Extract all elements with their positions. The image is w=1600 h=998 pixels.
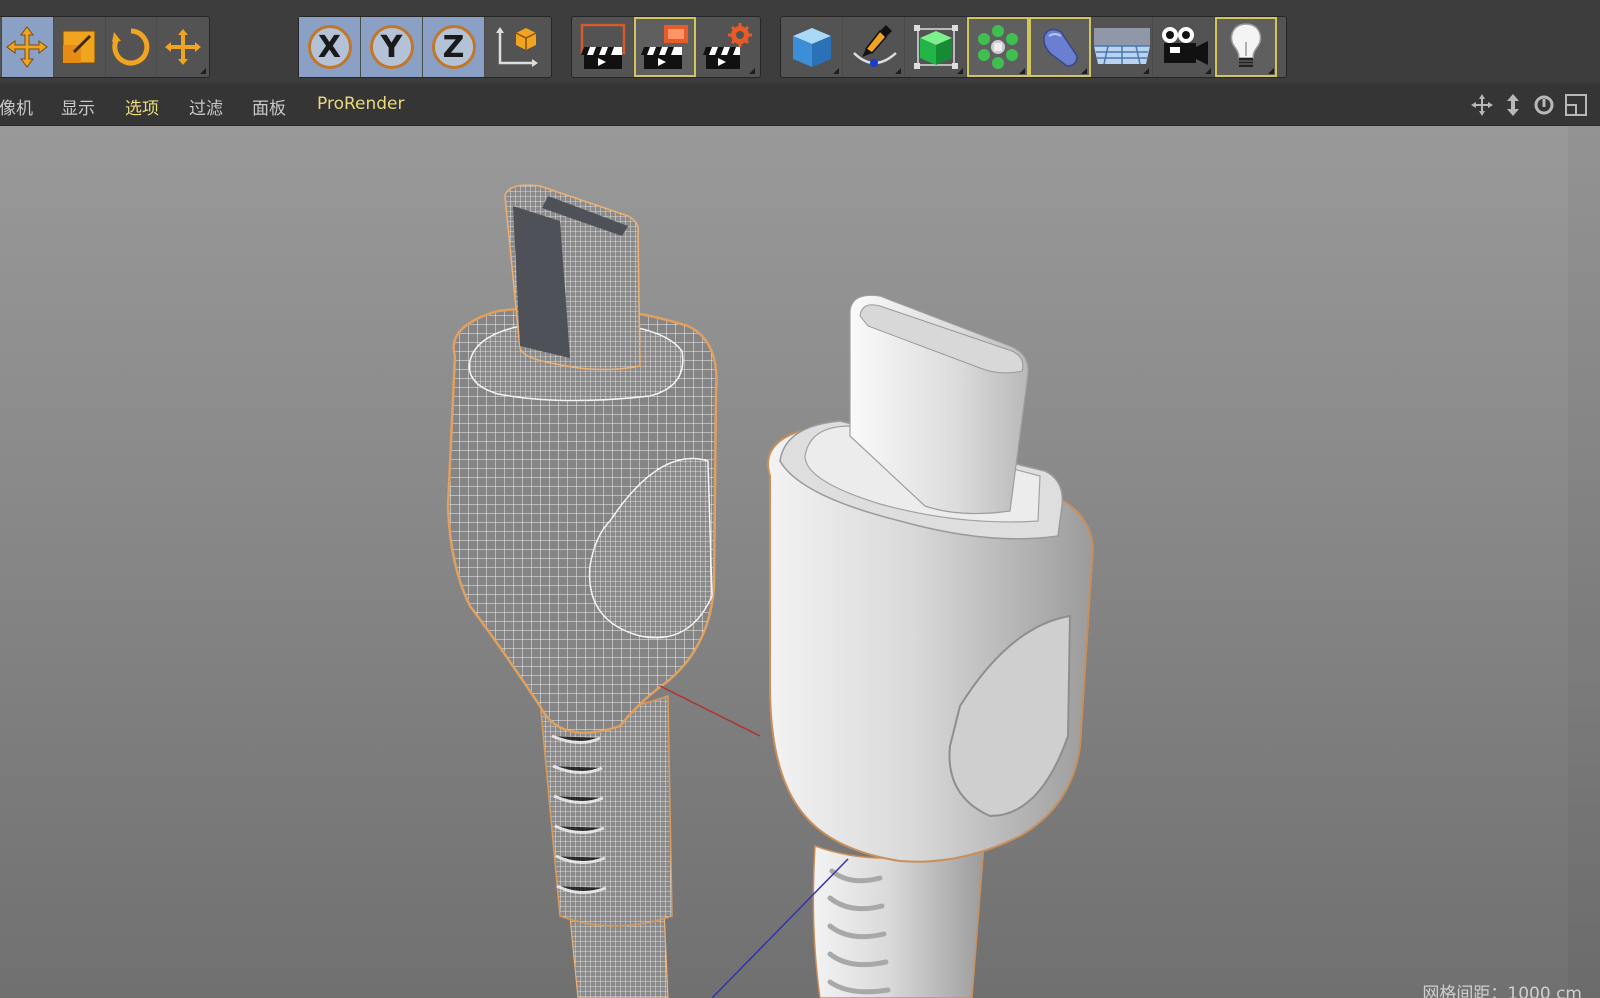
z-axis-label: Z: [431, 25, 476, 69]
cube-icon: [792, 28, 831, 67]
camera-button[interactable]: [1153, 17, 1215, 77]
toggle-view-icon[interactable]: [1564, 93, 1588, 117]
menu-panel[interactable]: 面板: [252, 94, 286, 119]
menu-display[interactable]: 显示: [61, 94, 95, 119]
cloner-button[interactable]: [967, 17, 1029, 77]
move-view-icon[interactable]: [1470, 93, 1494, 117]
z-axis-lock-button[interactable]: Z: [423, 17, 485, 77]
viewport-navigation: [1470, 93, 1588, 117]
coordinate-system-button[interactable]: [485, 17, 547, 77]
viewport-right-edge: [1568, 126, 1600, 998]
zoom-view-icon[interactable]: [1502, 93, 1524, 117]
rotate-icon: [111, 28, 150, 66]
render-group: [571, 16, 761, 78]
viewport-scene: [446, 184, 1094, 998]
viewport-menu-bar: 像机 显示 选项 过滤 面板 ProRender: [0, 84, 1600, 126]
render-to-picture-viewer-button[interactable]: [634, 17, 696, 77]
camera-icon: [1161, 27, 1208, 65]
undo-icon: [0, 27, 1, 67]
floor-button[interactable]: [1091, 17, 1153, 77]
deformer-icon: [1042, 28, 1078, 67]
menu-camera[interactable]: 像机: [0, 94, 33, 119]
menu-filter[interactable]: 过滤: [189, 94, 223, 119]
deformer-button[interactable]: [1029, 17, 1091, 77]
main-toolbar: X Y Z: [0, 0, 1600, 82]
pen-button[interactable]: [843, 17, 905, 77]
cloner-icon: [977, 25, 1018, 69]
axis-lock-group: X Y Z: [298, 16, 552, 78]
render-view-button[interactable]: [572, 17, 634, 77]
subdivision-icon: [913, 25, 958, 69]
pen-icon: [852, 25, 897, 67]
floor-icon: [1093, 28, 1150, 65]
usb-c-connector-wireframe[interactable]: [446, 184, 718, 998]
transform-tools-group: [0, 16, 210, 78]
y-axis-lock-button[interactable]: Y: [361, 17, 423, 77]
x-axis-label: X: [307, 25, 352, 69]
subdivision-button[interactable]: [905, 17, 967, 77]
render-settings-button[interactable]: [696, 17, 758, 77]
render-to-picture-viewer-icon: [640, 25, 688, 69]
object-group: [780, 16, 1287, 78]
world-coordinate-icon: [496, 27, 538, 67]
cube-button[interactable]: [781, 17, 843, 77]
y-axis-label: Y: [369, 25, 414, 69]
light-button[interactable]: [1215, 17, 1277, 77]
add-tool-button[interactable]: [157, 17, 209, 77]
light-icon: [1230, 23, 1262, 67]
render-settings-icon: [703, 23, 752, 69]
scale-icon: [62, 30, 96, 64]
scale-tool-button[interactable]: [54, 17, 106, 77]
x-axis-lock-button[interactable]: X: [299, 17, 361, 77]
x-axis-line: [659, 685, 761, 737]
grid-spacing-readout: 网格间距：1000 cm: [1422, 984, 1582, 998]
rotate-tool-button[interactable]: [106, 17, 158, 77]
render-view-icon: [580, 23, 625, 69]
menu-prorender[interactable]: ProRender: [317, 94, 405, 114]
menu-options[interactable]: 选项: [125, 94, 159, 119]
move-tool-button[interactable]: [2, 17, 54, 77]
3d-viewport[interactable]: 网格间距：1000 cm: [0, 126, 1600, 998]
usb-c-connector-shaded[interactable]: [767, 294, 1094, 998]
move-icon: [6, 26, 49, 68]
rotate-view-icon[interactable]: [1532, 93, 1556, 117]
add-icon: [165, 29, 202, 65]
